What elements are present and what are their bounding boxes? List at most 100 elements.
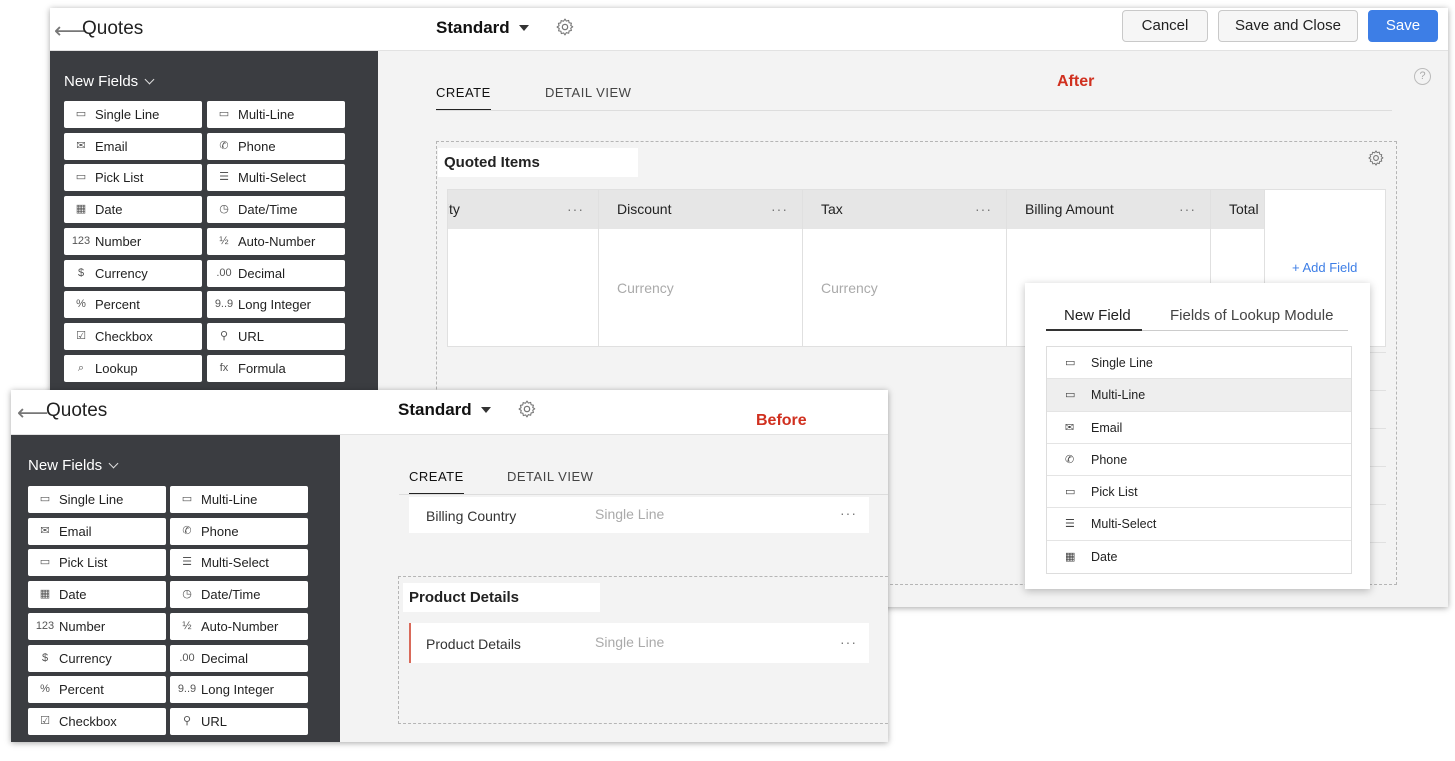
pick-list-icon: ▭: [1065, 486, 1076, 499]
multi-select-icon: ☰: [219, 171, 229, 184]
auto-number-icon: ½: [182, 619, 192, 632]
field-row[interactable]: Product Details Single Line ···: [409, 623, 869, 663]
field-tile-checkbox[interactable]: ☑ Checkbox: [64, 322, 202, 350]
layout-dropdown-caret-icon[interactable]: [481, 407, 491, 413]
field-tile-formula[interactable]: fx Formula: [207, 354, 345, 382]
chevron-down-icon: [108, 458, 119, 469]
phone-icon: ✆: [182, 524, 192, 537]
tab-divider: [399, 494, 888, 495]
new-fields-header[interactable]: New Fields: [64, 73, 155, 90]
field-tile-decimal[interactable]: .00 Decimal: [207, 259, 345, 287]
popup-item-date[interactable]: ▦ Date: [1047, 541, 1351, 573]
column-label: Total: [1229, 201, 1259, 217]
tab-detail-view[interactable]: DETAIL VIEW: [507, 469, 593, 493]
module-title: Quotes: [82, 18, 144, 39]
field-tile-percent[interactable]: % Percent: [64, 291, 202, 319]
multi-line-icon: ▭: [181, 493, 193, 505]
field-tile-email[interactable]: ✉ Email: [64, 132, 202, 160]
back-arrow-icon[interactable]: ⟵: [54, 18, 86, 44]
field-tile-checkbox[interactable]: ☑ Checkbox: [28, 707, 166, 735]
tab-new-field[interactable]: New Field: [1064, 307, 1131, 329]
field-tile-long-integer[interactable]: 9..9 Long Integer: [170, 676, 308, 704]
field-tile-auto-number[interactable]: ½ Auto-Number: [170, 612, 308, 640]
column-menu-icon[interactable]: ···: [1179, 190, 1196, 229]
field-tile-single-line[interactable]: ▭ Single Line: [28, 486, 166, 513]
phone-icon: ✆: [1065, 453, 1075, 466]
field-tile-multi-select[interactable]: ☰ Multi-Select: [207, 164, 345, 192]
column-label: Tax: [821, 201, 843, 217]
field-tile-date[interactable]: ▦ Date: [28, 581, 166, 609]
help-icon[interactable]: ?: [1414, 68, 1431, 85]
popup-item-phone[interactable]: ✆ Phone: [1047, 444, 1351, 477]
field-tile-currency[interactable]: $ Currency: [28, 644, 166, 672]
tab-create[interactable]: CREATE: [409, 469, 464, 495]
popup-item-pick-list[interactable]: ▭ Pick List: [1047, 476, 1351, 509]
field-tile-url[interactable]: ⚲ URL: [207, 322, 345, 350]
field-tile-date-time[interactable]: ◷ Date/Time: [170, 581, 308, 609]
tab-fields-of-lookup-module[interactable]: Fields of Lookup Module: [1170, 307, 1333, 329]
field-tile-decimal[interactable]: .00 Decimal: [170, 644, 308, 672]
number-icon: 123: [71, 234, 91, 247]
field-tile-single-line[interactable]: ▭ Single Line: [64, 101, 202, 128]
field-tile-percent[interactable]: % Percent: [28, 676, 166, 704]
field-tile-phone[interactable]: ✆ Phone: [207, 132, 345, 160]
grid-column[interactable]: Discount ··· Currency: [599, 190, 803, 346]
layout-settings-gear-icon[interactable]: [517, 399, 537, 419]
save-and-close-button[interactable]: Save and Close: [1218, 10, 1358, 42]
field-tile-date[interactable]: ▦ Date: [64, 196, 202, 224]
popup-item-multi-line[interactable]: ▭ Multi-Line: [1047, 379, 1351, 412]
field-tile-multi-line[interactable]: ▭ Multi-Line: [170, 486, 308, 513]
field-menu-icon[interactable]: ···: [840, 634, 857, 650]
field-tile-lookup[interactable]: ⌕ Lookup: [64, 354, 202, 382]
column-menu-icon[interactable]: ···: [567, 190, 584, 229]
popup-item-multi-select[interactable]: ☰ Multi-Select: [1047, 508, 1351, 541]
field-row[interactable]: Billing Country Single Line ···: [409, 497, 869, 533]
field-tile-phone[interactable]: ✆ Phone: [170, 517, 308, 545]
field-tile-multi-select[interactable]: ☰ Multi-Select: [170, 549, 308, 577]
field-tile-number[interactable]: 123 Number: [64, 227, 202, 255]
field-tile-long-integer[interactable]: 9..9 Long Integer: [207, 291, 345, 319]
new-fields-title: New Fields: [64, 73, 139, 90]
popup-item-label: Single Line: [1091, 356, 1153, 370]
field-tile-multi-line[interactable]: ▭ Multi-Line: [207, 101, 345, 128]
tab-create[interactable]: CREATE: [436, 85, 491, 111]
layout-name[interactable]: Standard: [436, 18, 510, 38]
cancel-button[interactable]: Cancel: [1122, 10, 1208, 42]
field-tile-number[interactable]: 123 Number: [28, 612, 166, 640]
top-bar: ⟵ Quotes Standard Before: [11, 390, 888, 435]
field-tile-pick-list[interactable]: ▭ Pick List: [28, 549, 166, 577]
divider: [1370, 466, 1386, 467]
add-field-link[interactable]: + Add Field: [1292, 260, 1357, 275]
field-tile-label: Single Line: [95, 107, 160, 122]
field-tile-label: Number: [59, 618, 106, 634]
field-tile-email[interactable]: ✉ Email: [28, 517, 166, 545]
column-menu-icon[interactable]: ···: [771, 190, 788, 229]
grid-column[interactable]: tity··· nal: [448, 190, 599, 346]
column-menu-icon[interactable]: ···: [975, 190, 992, 229]
popup-item-single-line[interactable]: ▭ Single Line: [1047, 347, 1351, 380]
field-tile-date-time[interactable]: ◷ Date/Time: [207, 196, 345, 224]
decimal-icon: .00: [179, 651, 195, 664]
field-tile-auto-number[interactable]: ½ Auto-Number: [207, 227, 345, 255]
checkbox-icon: ☑: [40, 714, 50, 727]
layout-dropdown-caret-icon[interactable]: [519, 25, 529, 31]
url-icon: ⚲: [182, 714, 192, 727]
save-button[interactable]: Save: [1368, 10, 1438, 42]
field-tile-pick-list[interactable]: ▭ Pick List: [64, 164, 202, 192]
field-tile-url[interactable]: ⚲ URL: [170, 707, 308, 735]
grid-column[interactable]: Tax ··· Currency: [803, 190, 1007, 346]
field-tile-label: Long Integer: [238, 297, 312, 313]
field-tile-label: URL: [201, 713, 228, 729]
layout-name[interactable]: Standard: [398, 400, 472, 420]
field-menu-icon[interactable]: ···: [840, 505, 857, 521]
tab-detail-view[interactable]: DETAIL VIEW: [545, 85, 631, 109]
field-tile-label: Currency: [59, 650, 112, 666]
date-time-icon: ◷: [182, 588, 192, 601]
new-fields-header[interactable]: New Fields: [28, 457, 119, 474]
back-arrow-icon[interactable]: ⟵: [17, 400, 49, 426]
section-settings-gear-icon[interactable]: [1367, 149, 1385, 167]
popup-item-email[interactable]: ✉ Email: [1047, 412, 1351, 444]
field-tile-label: Date: [59, 587, 87, 603]
field-tile-currency[interactable]: $ Currency: [64, 259, 202, 287]
layout-settings-gear-icon[interactable]: [555, 17, 575, 37]
